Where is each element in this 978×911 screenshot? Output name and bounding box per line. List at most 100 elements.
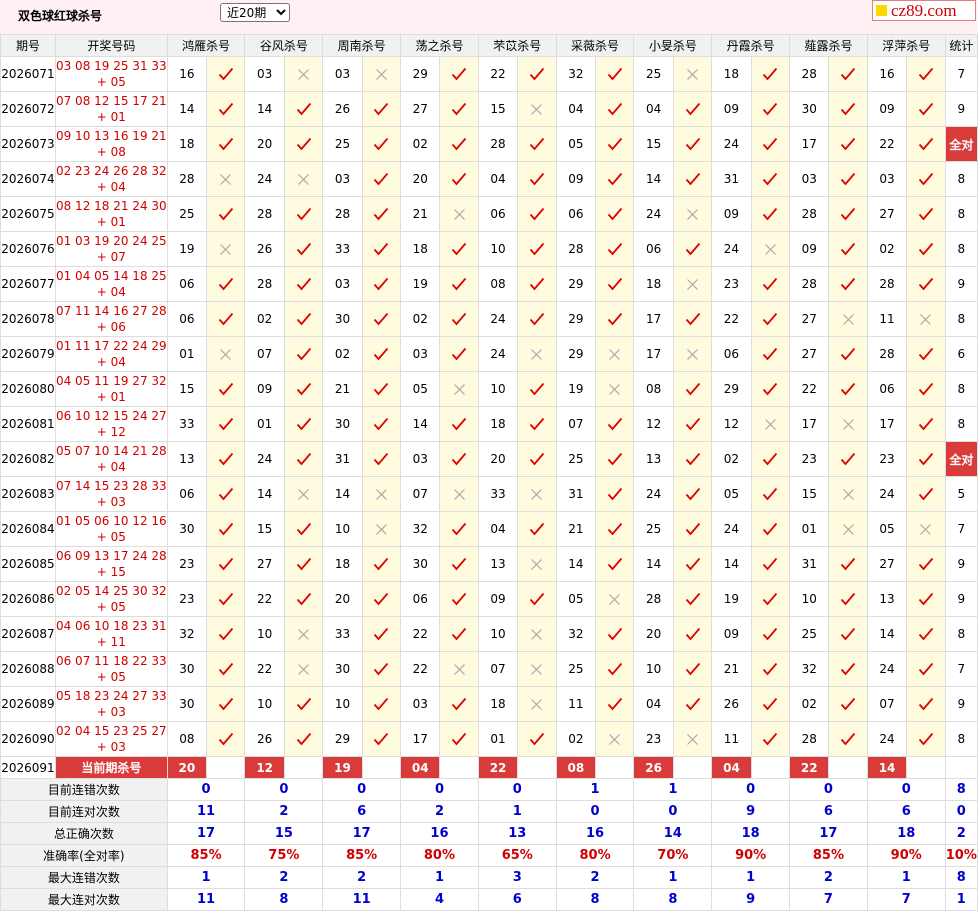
kill-number: 21 bbox=[711, 651, 752, 687]
summary-value: 0 bbox=[322, 778, 402, 801]
check-icon bbox=[674, 382, 710, 396]
header-expert-5[interactable]: 芣苡杀号 bbox=[477, 34, 557, 57]
kill-number: 28 bbox=[789, 196, 830, 232]
header-expert-10[interactable]: 浮萍杀号 bbox=[866, 34, 946, 57]
kill-number: 33 bbox=[166, 406, 208, 442]
summary-value: 3 bbox=[477, 866, 557, 889]
header-expert-4[interactable]: 荡之杀号 bbox=[400, 34, 479, 57]
kill-number: 25 bbox=[166, 196, 208, 232]
header-expert-7[interactable]: 小旻杀号 bbox=[633, 34, 713, 57]
header-stat: 统计 bbox=[944, 34, 978, 57]
check-icon bbox=[830, 277, 866, 291]
kill-number: 03 bbox=[322, 56, 363, 92]
kill-number: 13 bbox=[166, 441, 208, 477]
kill-number: 06 bbox=[166, 266, 208, 302]
kill-number: 17 bbox=[866, 406, 908, 442]
kill-number: 27 bbox=[789, 301, 830, 337]
summary-value: 11 bbox=[166, 800, 246, 823]
kill-number: 17 bbox=[633, 301, 674, 337]
cross-icon bbox=[285, 663, 321, 676]
result-mark bbox=[906, 406, 946, 442]
kill-number: 28 bbox=[866, 266, 908, 302]
empty-cell bbox=[517, 756, 557, 779]
result-mark bbox=[828, 371, 868, 407]
kill-number: 02 bbox=[711, 441, 752, 477]
draw-numbers: 07 11 14 16 27 28 + 06 bbox=[54, 301, 168, 337]
check-icon bbox=[830, 592, 866, 606]
result-mark bbox=[672, 266, 713, 302]
result-mark bbox=[672, 196, 713, 232]
result-mark bbox=[439, 441, 479, 477]
result-mark bbox=[595, 581, 635, 617]
header-expert-1[interactable]: 鸿雁杀号 bbox=[166, 34, 246, 57]
check-icon bbox=[908, 487, 944, 501]
check-icon bbox=[519, 592, 555, 606]
check-icon bbox=[830, 102, 866, 116]
kill-number: 28 bbox=[555, 231, 597, 267]
red-balls: 05 07 10 14 21 28 bbox=[55, 444, 167, 458]
kill-number: 15 bbox=[166, 371, 208, 407]
hit-count: 9 bbox=[944, 91, 978, 127]
result-mark bbox=[517, 511, 557, 547]
summary-row: 目前连对次数 11 2 6 2 1 0 0 9 6 6 0 bbox=[0, 800, 978, 823]
header-expert-6[interactable]: 采薇杀号 bbox=[555, 34, 635, 57]
result-mark bbox=[206, 686, 246, 722]
kill-number: 09 bbox=[711, 196, 752, 232]
result-mark bbox=[517, 476, 557, 512]
result-mark bbox=[517, 616, 557, 652]
issue-number: 2026088 bbox=[0, 651, 56, 687]
cross-icon bbox=[208, 243, 244, 256]
header-expert-9[interactable]: 薤露杀号 bbox=[789, 34, 868, 57]
draw-numbers: 09 10 13 16 19 21 + 08 bbox=[54, 126, 168, 162]
site-logo[interactable]: cz89.com bbox=[872, 0, 976, 21]
table-body: 2026071 03 08 19 25 31 33 + 05 16 03 03 29 22 32… bbox=[0, 56, 978, 911]
header-expert-3[interactable]: 周南杀号 bbox=[322, 34, 402, 57]
check-icon bbox=[285, 557, 321, 571]
result-mark bbox=[206, 476, 246, 512]
table-row: 2026072 07 08 12 15 17 21 + 01 14 14 26 27 15 04… bbox=[0, 91, 978, 127]
summary-value: 80% bbox=[555, 844, 635, 867]
empty-cell bbox=[906, 756, 946, 779]
issue-number: 2026085 bbox=[0, 546, 56, 582]
kill-number: 02 bbox=[400, 126, 441, 162]
check-icon bbox=[363, 207, 399, 221]
header-expert-2[interactable]: 谷风杀号 bbox=[244, 34, 324, 57]
cross-icon bbox=[285, 488, 321, 501]
check-icon bbox=[441, 522, 477, 536]
result-mark bbox=[828, 441, 868, 477]
header-expert-8[interactable]: 丹霞杀号 bbox=[711, 34, 791, 57]
kill-number: 13 bbox=[477, 546, 519, 582]
kill-number: 22 bbox=[789, 371, 830, 407]
summary-value: 2 bbox=[555, 866, 635, 889]
check-icon bbox=[752, 382, 788, 396]
result-mark bbox=[361, 406, 402, 442]
kill-number: 01 bbox=[477, 721, 519, 757]
current-kill-number: 04 bbox=[711, 756, 752, 779]
result-mark bbox=[439, 91, 479, 127]
empty-cell bbox=[439, 756, 479, 779]
kill-number: 10 bbox=[244, 616, 285, 652]
kill-number: 22 bbox=[477, 56, 519, 92]
kill-number: 26 bbox=[711, 686, 752, 722]
draw-numbers: 01 03 19 20 24 25 + 07 bbox=[54, 231, 168, 267]
result-mark bbox=[206, 616, 246, 652]
kill-number: 20 bbox=[322, 581, 363, 617]
kill-number: 29 bbox=[711, 371, 752, 407]
check-icon bbox=[597, 557, 633, 571]
kill-number: 27 bbox=[789, 336, 830, 372]
check-icon bbox=[441, 137, 477, 151]
period-select[interactable]: 近20期 bbox=[220, 3, 290, 22]
check-icon bbox=[597, 102, 633, 116]
check-icon bbox=[363, 417, 399, 431]
result-mark bbox=[828, 721, 868, 757]
check-icon bbox=[674, 627, 710, 641]
summary-value: 1 bbox=[633, 866, 713, 889]
check-icon bbox=[674, 312, 710, 326]
issue-number: 2026083 bbox=[0, 476, 56, 512]
kill-number: 19 bbox=[400, 266, 441, 302]
check-icon bbox=[363, 732, 399, 746]
result-mark bbox=[361, 651, 402, 687]
result-mark bbox=[750, 406, 791, 442]
result-mark bbox=[361, 301, 402, 337]
summary-value: 6 bbox=[322, 800, 402, 823]
